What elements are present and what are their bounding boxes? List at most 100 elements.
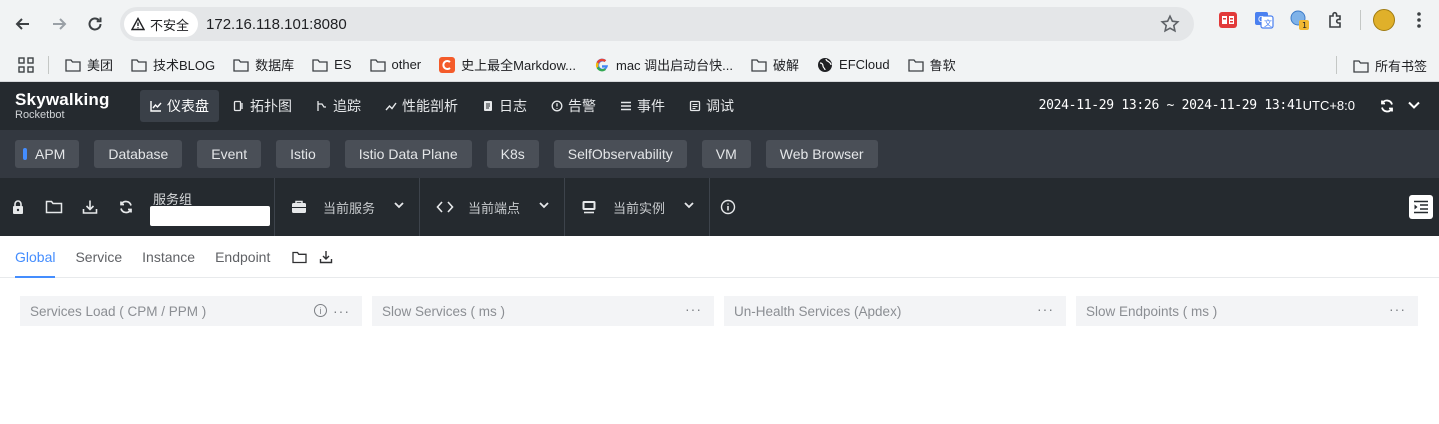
- open-folder-button[interactable]: [36, 178, 72, 236]
- tab-label: Service: [75, 249, 123, 265]
- bookmark-item[interactable]: ES: [312, 57, 352, 72]
- logo-sub: Rocketbot: [15, 108, 65, 121]
- service-group-input[interactable]: [150, 206, 270, 226]
- layer-label: APM: [35, 146, 66, 162]
- folder-icon: [233, 58, 249, 72]
- back-button[interactable]: [8, 9, 38, 39]
- menu-item-debug[interactable]: 调试: [679, 90, 744, 122]
- download-button[interactable]: [72, 178, 108, 236]
- more-icon[interactable]: ···: [1389, 302, 1406, 316]
- info-icon: [720, 199, 736, 215]
- layer-tab-selfobservability[interactable]: SelfObservability: [553, 140, 687, 168]
- topology-icon: [233, 100, 243, 112]
- forward-button[interactable]: [44, 9, 74, 39]
- bookmark-item[interactable]: 美团: [65, 55, 113, 74]
- widget-unhealth-services: Un-Health Services (Apdex) ···: [724, 296, 1066, 326]
- service-group-filter: 服务组: [150, 178, 274, 236]
- menu-item-topology[interactable]: 拓扑图: [223, 90, 302, 122]
- tab-folder-button[interactable]: [292, 237, 308, 277]
- menu-item-profile[interactable]: 性能剖析: [375, 90, 468, 122]
- bookmark-item[interactable]: 破解: [751, 55, 799, 74]
- layer-label: Database: [108, 146, 169, 162]
- bookmark-label: 史上最全Markdow...: [461, 58, 576, 73]
- apps-grid-icon[interactable]: [18, 56, 34, 73]
- bookmarks-divider: [1336, 56, 1337, 74]
- instance-selector-label: 当前实例: [613, 200, 666, 216]
- profile-avatar[interactable]: [1373, 9, 1395, 31]
- bookmark-item[interactable]: 数据库: [233, 55, 294, 74]
- globe-icon: [818, 57, 833, 72]
- layer-tab-database[interactable]: Database: [94, 140, 183, 168]
- more-icon[interactable]: ···: [685, 302, 702, 316]
- toggle-panel-button[interactable]: [1409, 195, 1433, 219]
- tab-endpoint[interactable]: Endpoint: [215, 237, 270, 277]
- menu-item-trace[interactable]: 追踪: [306, 90, 371, 122]
- widget-title: Slow Endpoints ( ms ): [1086, 303, 1218, 319]
- layer-tab-k8s[interactable]: K8s: [486, 140, 539, 168]
- service-selector[interactable]: 当前服务: [275, 178, 419, 236]
- widget-title: Services Load ( CPM / PPM ): [30, 303, 207, 319]
- info-button[interactable]: [710, 178, 746, 236]
- all-bookmarks[interactable]: 所有书签: [1353, 56, 1427, 75]
- menu-kebab-icon[interactable]: [1407, 8, 1431, 32]
- folder-icon: [65, 58, 81, 72]
- reload-button[interactable]: [80, 9, 110, 39]
- more-icon[interactable]: ···: [1037, 302, 1054, 316]
- info-icon[interactable]: i: [314, 304, 327, 317]
- url-text[interactable]: 172.16.118.101:8080: [206, 16, 347, 33]
- bookmark-item[interactable]: other: [369, 57, 421, 72]
- extensions-puzzle-icon[interactable]: [1324, 8, 1348, 32]
- instance-selector[interactable]: 当前实例: [565, 178, 709, 236]
- refresh-icon[interactable]: [1379, 98, 1395, 114]
- bookmark-item[interactable]: 史上最全Markdow...: [439, 55, 576, 74]
- widget-slow-endpoints: Slow Endpoints ( ms ) ···: [1076, 296, 1418, 326]
- layer-tab-web-browser[interactable]: Web Browser: [765, 140, 878, 168]
- chevron-down-icon[interactable]: [1407, 98, 1421, 112]
- tab-service[interactable]: Service: [75, 237, 122, 277]
- layer-tab-vm[interactable]: VM: [701, 140, 751, 168]
- layer-tab-apm[interactable]: APM: [15, 140, 80, 168]
- logo-main: Skywalking: [15, 89, 110, 109]
- security-label: 不安全: [150, 17, 190, 33]
- tab-instance[interactable]: Instance: [142, 237, 195, 277]
- address-bar[interactable]: 不安全 172.16.118.101:8080: [120, 7, 1194, 41]
- ext-globe-badge-icon[interactable]: 1: [1288, 8, 1312, 32]
- menu-label: 事件: [637, 98, 665, 114]
- folder-icon: [751, 58, 767, 72]
- bookmark-item[interactable]: 技术BLOG: [131, 55, 215, 74]
- menu-label: 仪表盘: [167, 98, 209, 114]
- bookmark-item[interactable]: 鲁软: [907, 55, 956, 74]
- ext-fe-icon[interactable]: [1216, 8, 1240, 32]
- browser-toolbar: 不安全 172.16.118.101:8080 G文 1: [0, 0, 1439, 48]
- time-range[interactable]: 2024-11-29 13:26 ~ 2024-11-29 13:41: [1039, 98, 1303, 113]
- tab-label: Instance: [142, 249, 196, 265]
- bookmark-item[interactable]: mac 调出启动台快...: [594, 55, 733, 74]
- active-indicator: [23, 148, 27, 160]
- layer-tab-istio[interactable]: Istio: [276, 140, 330, 168]
- security-chip[interactable]: 不安全: [124, 11, 199, 37]
- menu-item-log[interactable]: 日志: [472, 90, 537, 122]
- endpoint-selector[interactable]: 当前端点: [420, 178, 564, 236]
- warning-icon: [131, 17, 145, 31]
- tab-global[interactable]: Global: [15, 237, 56, 278]
- translate-icon[interactable]: G文: [1252, 8, 1276, 32]
- extensions-area: G文 1: [1216, 8, 1431, 32]
- more-icon[interactable]: ···: [333, 304, 350, 318]
- bookmark-star-icon[interactable]: [1160, 14, 1180, 34]
- tab-download-button[interactable]: [319, 237, 333, 277]
- layer-label: VM: [715, 146, 737, 162]
- layer-tab-event[interactable]: Event: [197, 140, 262, 168]
- bookmarks-bar: 美团 技术BLOG 数据库 ES other 史上最全Markdow... ma…: [0, 48, 1439, 82]
- lock-button[interactable]: [0, 178, 36, 236]
- menu-item-alarm[interactable]: 告警: [541, 90, 606, 122]
- trace-icon: [317, 101, 326, 111]
- menu-label: 日志: [499, 98, 527, 114]
- timezone[interactable]: UTC+8:0: [1303, 98, 1355, 113]
- logo[interactable]: Skywalking Rocketbot: [0, 89, 120, 122]
- bookmark-item[interactable]: EFCloud: [817, 57, 890, 73]
- menu-item-dashboard[interactable]: 仪表盘: [140, 90, 219, 122]
- menu-item-event[interactable]: 事件: [610, 90, 675, 122]
- endpoint-selector-label: 当前端点: [468, 200, 521, 216]
- layer-tab-istio-data-plane[interactable]: Istio Data Plane: [344, 140, 472, 168]
- sync-button[interactable]: [108, 178, 144, 236]
